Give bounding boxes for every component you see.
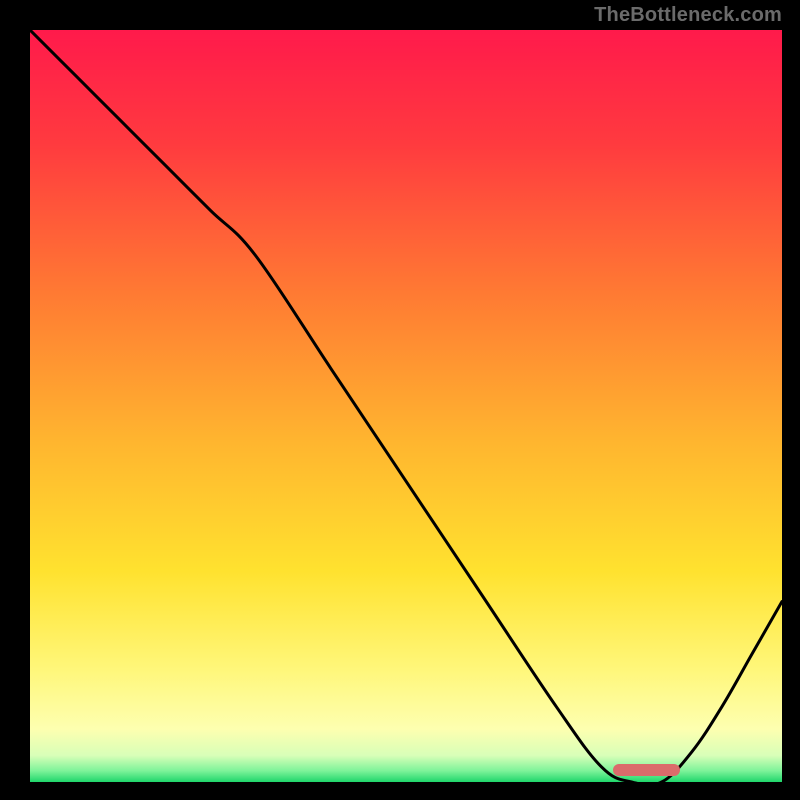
- optimal-range-marker: [613, 764, 681, 776]
- curve-line: [30, 30, 782, 782]
- attribution-label: TheBottleneck.com: [594, 4, 782, 27]
- plot-area: [30, 30, 782, 782]
- chart-frame: TheBottleneck.com: [0, 0, 800, 800]
